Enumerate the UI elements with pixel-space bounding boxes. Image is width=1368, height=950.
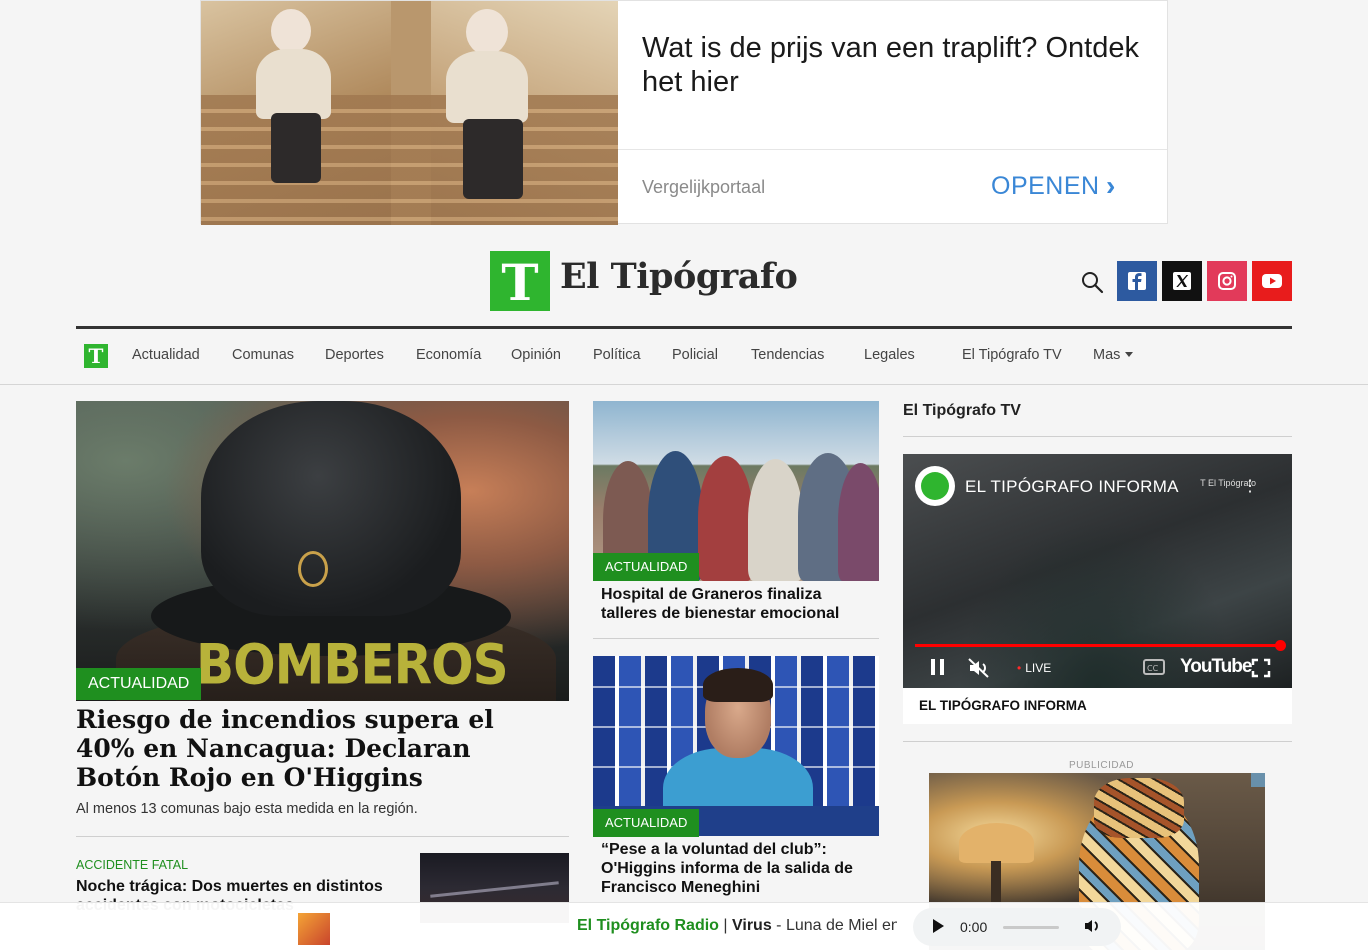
nav-item-policial[interactable]: Policial: [672, 347, 718, 363]
ad-source: Vergelijkportaal: [642, 177, 766, 197]
video-caption[interactable]: EL TIPÓGRAFO INFORMA: [903, 688, 1292, 724]
ad-headline[interactable]: Wat is de prijs van een traplift? Ontdek…: [642, 31, 1142, 99]
divider: [76, 836, 569, 837]
nav-top-border: [76, 326, 1292, 329]
channel-avatar[interactable]: [915, 466, 955, 506]
svg-text:CC: CC: [1147, 664, 1159, 673]
instagram-icon[interactable]: [1207, 261, 1247, 301]
live-indicator[interactable]: LIVE: [1017, 661, 1051, 675]
site-logo-mark[interactable]: T: [490, 251, 550, 312]
audio-player[interactable]: 0:00: [913, 908, 1121, 946]
ad-open-button[interactable]: OPENEN: [991, 172, 1100, 201]
ad-divider: [618, 149, 1167, 150]
audio-seek-bar[interactable]: [1003, 926, 1059, 929]
nav-item-mas[interactable]: Mas: [1093, 347, 1120, 363]
fullscreen-icon[interactable]: [1251, 658, 1271, 681]
nav-item-deportes[interactable]: Deportes: [325, 347, 384, 363]
radio-now-playing: El Tipógrafo Radio | Virus - Luna de Mie…: [577, 917, 897, 935]
hero-summary: Al menos 13 comunas bajo esta medida en …: [76, 801, 418, 817]
ad-banner[interactable]: Wat is de prijs van een traplift? Ontdek…: [200, 0, 1168, 225]
story2-category-tag[interactable]: ACTUALIDAD: [593, 809, 700, 837]
caret-down-icon[interactable]: [1125, 352, 1133, 357]
video-title[interactable]: EL TIPÓGRAFO INFORMA: [965, 477, 1179, 497]
nav-item-comunas[interactable]: Comunas: [232, 347, 294, 363]
nav-item-politica[interactable]: Política: [593, 347, 641, 363]
divider: [903, 741, 1292, 742]
hero-image[interactable]: BOMBEROS: [76, 401, 569, 701]
story1-headline[interactable]: Hospital de Graneros finaliza talleres d…: [601, 585, 873, 623]
tv-section-title[interactable]: El Tipógrafo TV: [903, 402, 1021, 420]
divider: [903, 436, 1292, 437]
audio-time: 0:00: [960, 919, 988, 935]
play-icon[interactable]: [933, 919, 944, 933]
nav-item-opinion[interactable]: Opinión: [511, 347, 561, 363]
radio-cover-art: [298, 913, 330, 945]
nav-bottom-border: [0, 384, 1368, 385]
story1-category-tag[interactable]: ACTUALIDAD: [593, 553, 700, 581]
hero-headline[interactable]: Riesgo de incendios supera el 40% en Nan…: [76, 705, 546, 792]
pause-icon[interactable]: [929, 657, 947, 680]
ad-image[interactable]: [201, 1, 618, 225]
site-logo-text[interactable]: El Tipógrafo: [560, 256, 798, 297]
captions-icon[interactable]: CC: [1143, 659, 1165, 678]
chevron-right-icon[interactable]: ›: [1106, 170, 1115, 202]
more-options-icon[interactable]: ⋮: [1242, 476, 1258, 496]
video-progress-bar[interactable]: [915, 640, 1286, 651]
nav-home-logo[interactable]: T: [84, 344, 108, 368]
radio-separator: |: [718, 917, 732, 934]
nav-item-tipografo-tv[interactable]: El Tipógrafo TV: [962, 347, 1062, 363]
search-icon[interactable]: [1080, 270, 1104, 294]
hero-category-tag[interactable]: ACTUALIDAD: [76, 668, 202, 700]
mute-icon[interactable]: [967, 657, 991, 682]
facebook-icon[interactable]: [1117, 261, 1157, 301]
small-story-category[interactable]: ACCIDENTE FATAL: [76, 858, 188, 872]
youtube-logo[interactable]: YouTube: [1180, 656, 1252, 678]
nav-item-economia[interactable]: Economía: [416, 347, 481, 363]
radio-brand[interactable]: El Tipógrafo Radio: [577, 917, 719, 934]
radio-song: Luna de Miel en la: [785, 917, 897, 934]
nav-item-tendencias[interactable]: Tendencias: [751, 347, 824, 363]
radio-artist: Virus: [731, 917, 772, 934]
radio-player-bar[interactable]: El Tipógrafo Radio | Virus - Luna de Mie…: [0, 902, 1368, 950]
nav-item-actualidad[interactable]: Actualidad: [132, 347, 200, 363]
ad-choices-icon[interactable]: [1251, 773, 1265, 787]
divider: [593, 638, 879, 639]
video-player[interactable]: EL TIPÓGRAFO INFORMA T El Tipógrafo ⋮ LI…: [903, 454, 1292, 688]
nav-item-legales[interactable]: Legales: [864, 347, 915, 363]
story2-headline[interactable]: “Pese a la voluntad del club”: O'Higgins…: [601, 840, 873, 897]
radio-dash: -: [771, 917, 786, 934]
advertisement-label: PUBLICIDAD: [1069, 760, 1135, 771]
youtube-icon[interactable]: [1252, 261, 1292, 301]
volume-icon[interactable]: [1083, 917, 1101, 940]
x-icon[interactable]: [1162, 261, 1202, 301]
hero-image-text: BOMBEROS: [196, 633, 509, 697]
